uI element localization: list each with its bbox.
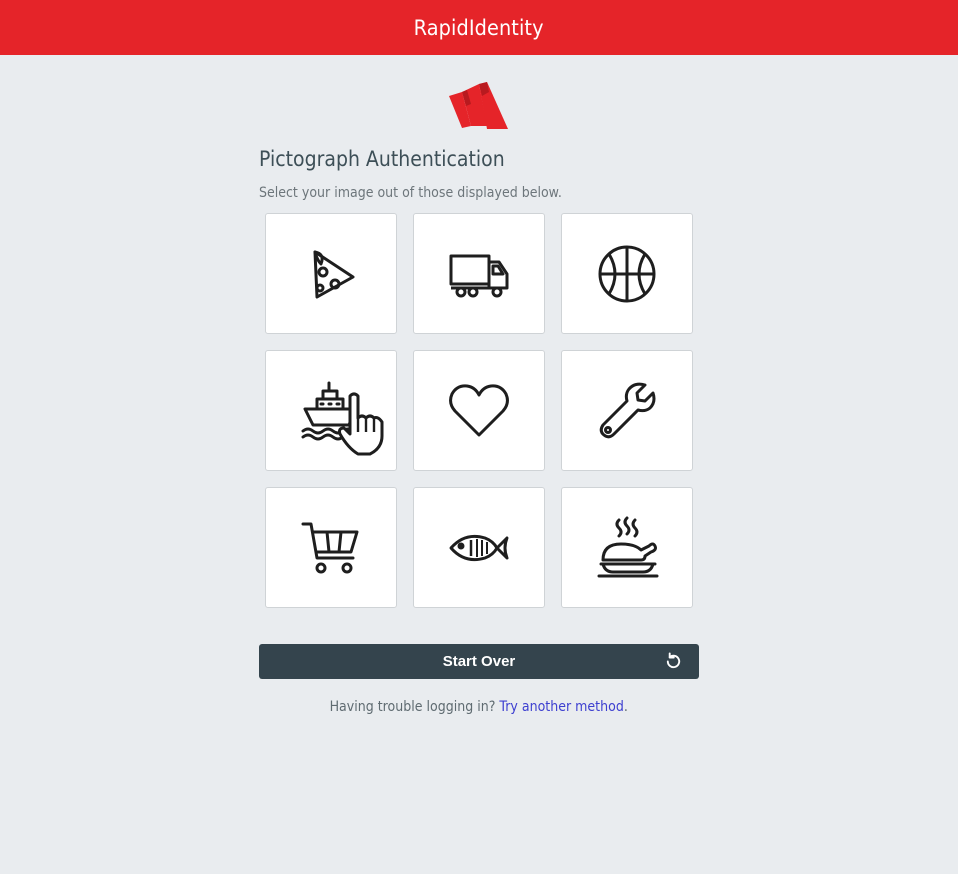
heart-icon (449, 383, 509, 436)
truck-icon (449, 254, 509, 297)
pictograph-tile-pizza[interactable] (265, 213, 397, 334)
pictograph-tile-heart[interactable] (413, 350, 545, 471)
rapididentity-logo-icon (449, 82, 509, 132)
pictograph-tile-ship[interactable] (265, 350, 397, 471)
pictograph-tile-shopping-cart[interactable] (265, 487, 397, 608)
fish-icon (449, 534, 509, 561)
start-over-label: Start Over (442, 653, 516, 670)
hand-pointer-cursor-icon (338, 392, 384, 456)
app-title: RapidIdentity (414, 15, 544, 40)
pictograph-tile-wrench[interactable] (561, 350, 693, 471)
try-another-method-link[interactable]: Try another method (500, 699, 624, 715)
pictograph-tile-truck[interactable] (413, 213, 545, 334)
basketball-icon (598, 245, 656, 302)
trouble-trailing: . (624, 699, 629, 715)
trouble-text: Having trouble logging in? (329, 699, 496, 715)
pictograph-grid (265, 213, 693, 608)
pictograph-tile-fish[interactable] (413, 487, 545, 608)
wrench-icon (599, 382, 656, 438)
page-instructions: Select your image out of those displayed… (259, 185, 562, 201)
top-header-bar: RapidIdentity (0, 0, 958, 55)
pictograph-tile-basketball[interactable] (561, 213, 693, 334)
pizza-icon (313, 250, 355, 298)
start-over-button[interactable]: Start Over (259, 644, 699, 679)
roast-chicken-icon (597, 516, 659, 577)
page-title: Pictograph Authentication (259, 147, 505, 171)
shopping-cart-icon (301, 522, 359, 573)
trouble-login-text: Having trouble logging in? Try another m… (0, 699, 958, 715)
pictograph-tile-roast-chicken[interactable] (561, 487, 693, 608)
refresh-icon (666, 652, 681, 669)
